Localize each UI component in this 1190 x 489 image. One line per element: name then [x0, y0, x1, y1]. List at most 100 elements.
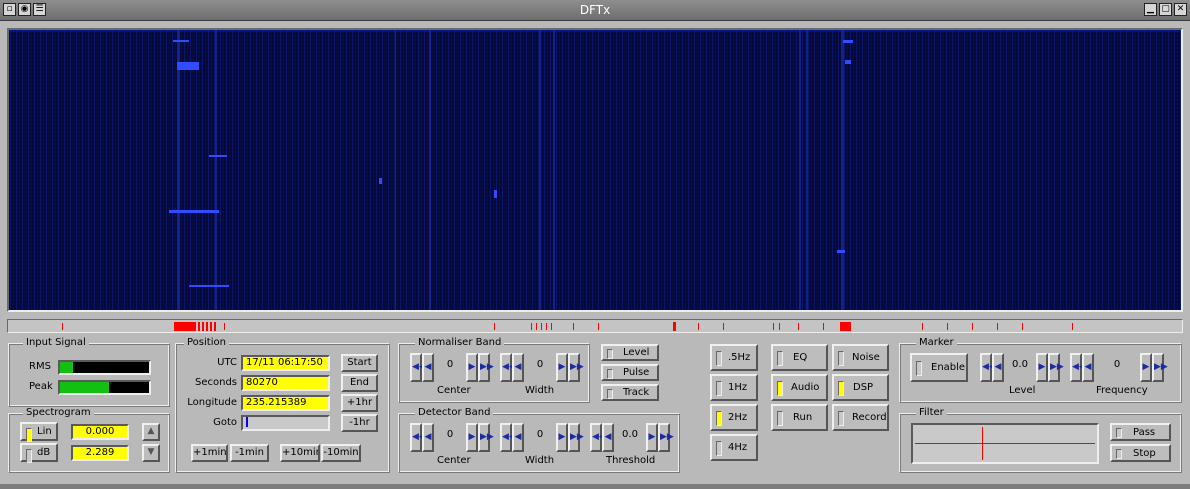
resolution-4hz-toggle[interactable]: 4Hz — [710, 434, 758, 461]
record-label: Record — [852, 412, 887, 423]
plus-1min-button[interactable]: +1min — [191, 444, 228, 462]
rms-label: RMS — [29, 361, 51, 372]
normaliser-width-spinner[interactable]: ◀◀ ◀ 0 ▶ ▶▶ — [500, 353, 584, 382]
audio-toggle[interactable]: Audio — [771, 374, 828, 401]
fast-forward-icon[interactable]: ▶▶ — [478, 423, 494, 452]
fast-back-icon[interactable]: ◀◀ — [980, 353, 996, 382]
minus-1min-button[interactable]: -1min — [230, 444, 269, 462]
seconds-field[interactable]: 80270 — [241, 375, 330, 391]
fast-back-icon[interactable]: ◀◀ — [500, 353, 516, 382]
forward-icon[interactable]: ▶ — [1140, 353, 1152, 382]
threshold-value: 0.0 — [622, 429, 638, 440]
normaliser-center-label: Center — [437, 385, 471, 396]
fast-back-icon[interactable]: ◀◀ — [1070, 353, 1086, 382]
lin-toggle[interactable]: Lin — [20, 422, 58, 442]
level-toggle[interactable]: Level — [601, 344, 659, 361]
normaliser-band-label: Normaliser Band — [415, 337, 505, 348]
back-icon[interactable]: ◀ — [422, 353, 434, 382]
end-button[interactable]: End — [341, 374, 378, 392]
resolution-1hz-toggle[interactable]: 1Hz — [710, 374, 758, 401]
back-icon[interactable]: ◀ — [512, 423, 524, 452]
dsp-toggle[interactable]: DSP — [832, 374, 889, 401]
normaliser-center-spinner[interactable]: ◀◀ ◀ 0 ▶ ▶▶ — [410, 353, 494, 382]
threshold-spinner[interactable]: ◀◀ ◀ 0.0 ▶ ▶▶ — [590, 423, 674, 452]
back-icon[interactable]: ◀ — [992, 353, 1004, 382]
filter-pass-label: Pass — [1133, 427, 1156, 438]
forward-icon[interactable]: ▶ — [1036, 353, 1048, 382]
noise-toggle[interactable]: Noise — [832, 344, 889, 371]
detector-band-group: Detector Band ◀◀ ◀ 0 ▶ ▶▶ Center ◀◀ ◀ 0 … — [398, 407, 680, 473]
resolution-1hz-label: 1Hz — [728, 382, 748, 393]
back-icon[interactable]: ◀ — [602, 423, 614, 452]
utc-field[interactable]: 17/11 06:17:50 — [241, 355, 330, 371]
fast-forward-icon[interactable]: ▶▶ — [568, 353, 584, 382]
marker-enable-label: Enable — [931, 362, 966, 373]
threshold-label: Threshold — [606, 455, 656, 466]
maximize-icon[interactable]: ▢ — [1159, 3, 1172, 16]
triangle-down-icon[interactable]: ▼ — [142, 444, 160, 462]
forward-icon[interactable]: ▶ — [556, 423, 568, 452]
resolution-2hz-label: 2Hz — [728, 412, 748, 423]
rms-meter — [58, 360, 151, 375]
window-title: DFTx — [579, 3, 611, 17]
marker-level-spinner[interactable]: ◀◀ ◀ 0.0 ▶ ▶▶ — [980, 353, 1064, 382]
back-icon[interactable]: ◀ — [422, 423, 434, 452]
db-toggle[interactable]: dB — [20, 443, 58, 463]
detector-center-label: Center — [437, 455, 471, 466]
fast-back-icon[interactable]: ◀◀ — [500, 423, 516, 452]
minus-1hr-button[interactable]: -1hr — [341, 414, 378, 432]
resolution-05hz-toggle[interactable]: .5Hz — [710, 344, 758, 371]
noise-label: Noise — [852, 352, 880, 363]
goto-field[interactable] — [241, 415, 330, 431]
track-toggle-label: Track — [623, 387, 650, 398]
filter-response-display[interactable] — [911, 423, 1099, 464]
plus-1hr-button[interactable]: +1hr — [341, 394, 378, 412]
track-toggle[interactable]: Track — [601, 384, 659, 401]
db-value-field[interactable]: 2.289 — [71, 445, 129, 461]
spectrogram-image — [9, 30, 1181, 310]
close-icon[interactable]: ✕ — [1174, 3, 1187, 16]
detector-center-spinner[interactable]: ◀◀ ◀ 0 ▶ ▶▶ — [410, 423, 494, 452]
forward-icon[interactable]: ▶ — [466, 353, 478, 382]
run-toggle[interactable]: Run — [771, 404, 828, 431]
detector-width-spinner[interactable]: ◀◀ ◀ 0 ▶ ▶▶ — [500, 423, 584, 452]
triangle-up-icon[interactable]: ▲ — [142, 423, 160, 441]
longitude-field[interactable]: 235.215389 — [241, 395, 330, 411]
back-icon[interactable]: ◀ — [1082, 353, 1094, 382]
minus-10min-button[interactable]: -10min — [321, 444, 361, 462]
marker-label: Marker — [916, 337, 957, 348]
detector-center-value: 0 — [446, 429, 454, 440]
fast-forward-icon[interactable]: ▶▶ — [658, 423, 674, 452]
fast-forward-icon[interactable]: ▶▶ — [478, 353, 494, 382]
longitude-label: Longitude — [187, 397, 237, 408]
fast-forward-icon[interactable]: ▶▶ — [1152, 353, 1168, 382]
marker-strip[interactable] — [7, 319, 1183, 333]
filter-stop-toggle[interactable]: Stop — [1110, 444, 1171, 462]
fast-back-icon[interactable]: ◀◀ — [590, 423, 606, 452]
marker-frequency-spinner[interactable]: ◀◀ ◀ 0 ▶ ▶▶ — [1070, 353, 1168, 382]
eq-label: EQ — [793, 352, 808, 363]
start-button[interactable]: Start — [341, 354, 378, 372]
level-toggle-label: Level — [623, 347, 650, 358]
marker-enable-toggle[interactable]: Enable — [910, 353, 968, 382]
pulse-toggle[interactable]: Pulse — [601, 364, 659, 381]
minimize-icon[interactable]: ▁ — [1144, 3, 1157, 16]
fast-back-icon[interactable]: ◀◀ — [410, 423, 426, 452]
forward-icon[interactable]: ▶ — [646, 423, 658, 452]
record-toggle[interactable]: Record — [832, 404, 889, 431]
resolution-4hz-label: 4Hz — [728, 442, 748, 453]
spectrogram-display[interactable] — [7, 28, 1183, 312]
eq-toggle[interactable]: EQ — [771, 344, 828, 371]
fast-back-icon[interactable]: ◀◀ — [410, 353, 426, 382]
plus-10min-button[interactable]: +10min — [280, 444, 320, 462]
back-icon[interactable]: ◀ — [512, 353, 524, 382]
forward-icon[interactable]: ▶ — [556, 353, 568, 382]
utc-label: UTC — [217, 357, 237, 368]
fast-forward-icon[interactable]: ▶▶ — [1048, 353, 1064, 382]
resolution-2hz-toggle[interactable]: 2Hz — [710, 404, 758, 431]
title-bar: ▫ ◉ ☰ DFTx ▁ ▢ ✕ — [0, 0, 1190, 21]
filter-pass-toggle[interactable]: Pass — [1110, 423, 1171, 441]
lin-value-field[interactable]: 0.000 — [71, 424, 129, 440]
fast-forward-icon[interactable]: ▶▶ — [568, 423, 584, 452]
forward-icon[interactable]: ▶ — [466, 423, 478, 452]
